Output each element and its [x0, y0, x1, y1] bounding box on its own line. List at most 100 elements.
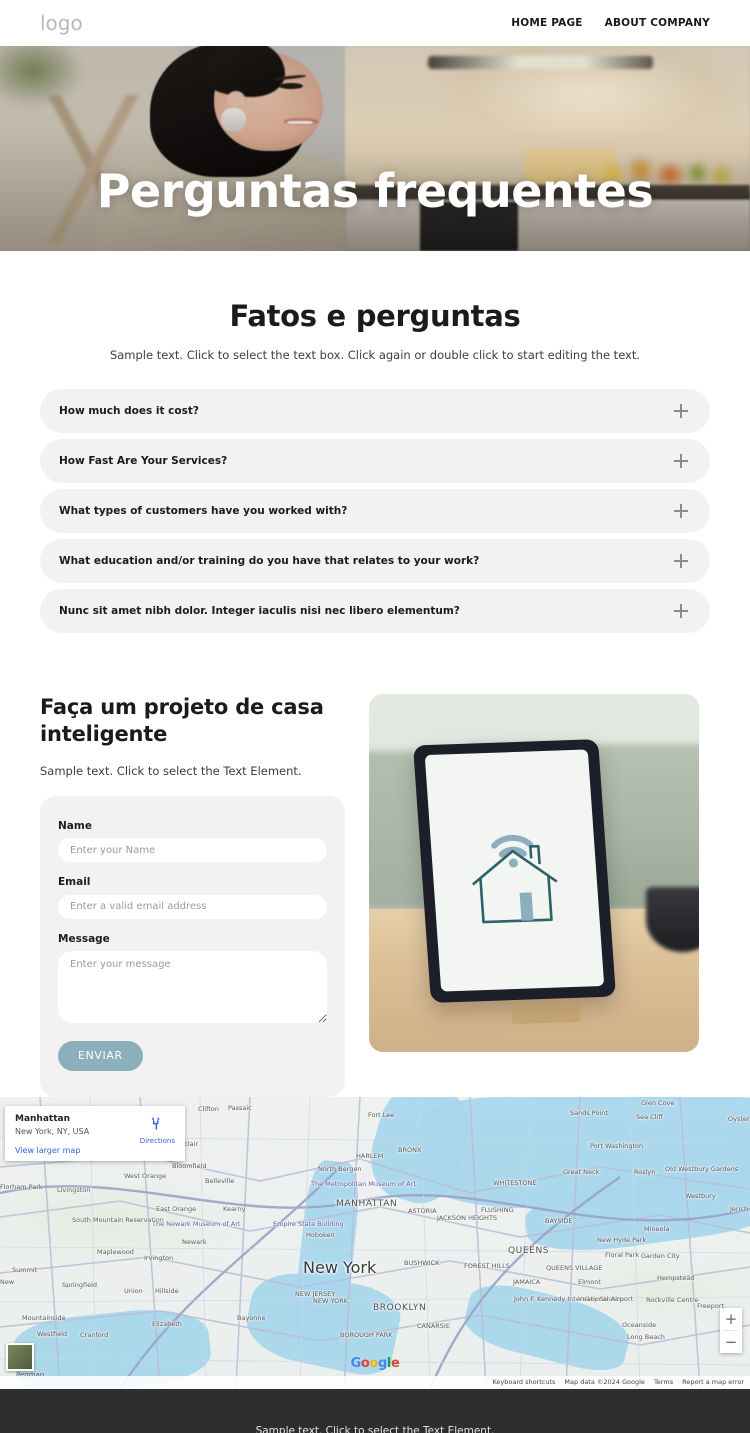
map-place-label: Jerich — [730, 1205, 749, 1213]
map-place-label: East Orange — [156, 1205, 197, 1213]
faq-accordion-list: How much does it cost? How Fast Are Your… — [40, 389, 710, 633]
map-place-label: Passaic — [228, 1104, 252, 1112]
directions-label: Directions — [139, 1136, 175, 1145]
zoom-in-button[interactable]: + — [720, 1308, 742, 1330]
map-place-label: Cranford — [80, 1331, 109, 1339]
terms-link[interactable]: Terms — [654, 1378, 673, 1386]
map-place-label: Springfield — [62, 1281, 98, 1289]
site-logo[interactable]: logo — [40, 11, 83, 35]
map-place-label: Oyster — [728, 1115, 750, 1123]
plus-icon[interactable] — [674, 604, 688, 618]
map-place-label: Elizabeth — [152, 1320, 182, 1328]
faq-question-label: What education and/or training do you ha… — [59, 555, 480, 567]
map-place-label: WHITESTONE — [493, 1179, 537, 1187]
map-place-label: ASTORIA — [408, 1207, 437, 1215]
plus-icon[interactable] — [674, 454, 688, 468]
map-place-label: Bayonne — [237, 1314, 266, 1322]
map-place-label: Westbury — [685, 1192, 716, 1200]
site-footer: Sample text. Click to select the Text El… — [0, 1388, 750, 1433]
map-place-label: BUSHWICK — [404, 1259, 440, 1267]
view-larger-map-link[interactable]: View larger map — [15, 1146, 175, 1155]
map-place-label: Westfield — [37, 1330, 68, 1338]
nav-link-about-company[interactable]: ABOUT COMPANY — [605, 17, 710, 29]
faq-subtitle: Sample text. Click to select the text bo… — [109, 348, 641, 362]
map-place-label: Summit — [12, 1266, 38, 1274]
smart-home-wifi-house-icon — [463, 819, 567, 932]
map-place-label: Newark — [182, 1238, 207, 1246]
map-place-label: QUEENS — [508, 1246, 550, 1256]
faq-question-label: What types of customers have you worked … — [59, 505, 348, 517]
name-field-label: Name — [58, 819, 92, 832]
map-place-label: Elmont — [578, 1278, 601, 1286]
google-logo: Google — [350, 1355, 400, 1371]
map-place-label: New Hyde Park — [597, 1236, 647, 1244]
name-input[interactable] — [58, 838, 327, 863]
map-place-label: Mineola — [644, 1225, 670, 1233]
map-place-label: Hempstead — [657, 1274, 695, 1282]
faq-item[interactable]: Nunc sit amet nibh dolor. Integer iaculi… — [40, 589, 710, 633]
map-place-label: John F. Kennedy International Airport — [514, 1295, 634, 1303]
map-place-label: Hillside — [155, 1287, 179, 1295]
smart-home-title: Faça um projeto de casa inteligente — [40, 695, 324, 746]
map-place-label: Floral Park — [605, 1251, 640, 1259]
faq-question-label: Nunc sit amet nibh dolor. Integer iaculi… — [59, 605, 460, 617]
map-place-label: The Newark Museum of Art — [152, 1220, 241, 1228]
map-place-label: Rockville Centre — [646, 1296, 699, 1304]
map-place-label: Union — [124, 1287, 143, 1295]
faq-item[interactable]: What types of customers have you worked … — [40, 489, 710, 533]
faq-heading: Fatos e perguntas — [229, 299, 521, 333]
map-place-label: Belleville — [205, 1177, 235, 1185]
email-input[interactable] — [58, 894, 327, 919]
map-place-label: New York — [303, 1258, 377, 1277]
zoom-out-button[interactable]: − — [720, 1331, 742, 1353]
map-place-label: Kearny — [223, 1205, 246, 1213]
map-place-label: Glen Cove — [641, 1099, 675, 1107]
map-place-label: JAMAICA — [513, 1278, 541, 1286]
map-place-label: Mountainside — [22, 1314, 66, 1322]
directions-button[interactable]: Directions — [140, 1115, 175, 1145]
smart-home-left-column: Faça um projeto de casa inteligente Samp… — [40, 694, 345, 1097]
hero-title: Perguntas frequentes — [96, 164, 654, 218]
map-place-label: QUEENS VILLAGE — [546, 1264, 603, 1272]
plus-icon[interactable] — [674, 554, 688, 568]
smart-home-section: Faça um projeto de casa inteligente Samp… — [0, 639, 750, 1097]
plus-icon[interactable] — [674, 404, 688, 418]
submit-button[interactable]: ENVIAR — [58, 1040, 143, 1071]
street-view-thumbnail[interactable] — [6, 1342, 34, 1371]
map-place-label: CANARSIE — [417, 1322, 450, 1330]
map-place-label: Sea Cliff — [636, 1113, 663, 1121]
hero-background-image — [0, 46, 750, 251]
map-place-label: New — [0, 1278, 15, 1286]
faq-item[interactable]: How much does it cost? — [40, 389, 710, 433]
message-textarea[interactable] — [58, 950, 327, 1023]
map-embed[interactable]: Manhattan New York, NY, USA View larger … — [0, 1096, 750, 1389]
faq-item[interactable]: What education and/or training do you ha… — [40, 539, 710, 583]
smart-home-subtitle: Sample text. Click to select the Text El… — [40, 763, 302, 778]
site-header: logo HOME PAGE ABOUT COMPANY — [0, 0, 750, 46]
map-place-label: Pelham Bay Park — [474, 1097, 528, 1098]
main-navigation: HOME PAGE ABOUT COMPANY — [511, 17, 710, 29]
map-place-label: BOROUGH PARK — [340, 1331, 393, 1339]
map-place-label: BROOKLYN — [373, 1303, 427, 1313]
map-place-label: FOREST HILLS — [464, 1262, 510, 1270]
map-place-label: Bloomfield — [172, 1162, 207, 1170]
plus-icon[interactable] — [674, 504, 688, 518]
map-place-label: Hudson Park — [364, 1097, 405, 1098]
footer-text: Sample text. Click to select the Text El… — [255, 1425, 495, 1433]
map-place-label: HARLEM — [356, 1152, 384, 1160]
contact-form: Name Email Message ENVIAR — [40, 795, 345, 1097]
email-field-label: Email — [58, 876, 91, 889]
hero-section: Perguntas frequentes — [0, 46, 750, 251]
map-place-label: Fort Lee — [368, 1111, 395, 1119]
map-place-label: Sands Point — [570, 1109, 608, 1117]
page-root: logo HOME PAGE ABOUT COMPANY Perguntas f… — [0, 0, 750, 1433]
map-place-label: BRONX — [398, 1146, 422, 1154]
keyboard-shortcuts-link[interactable]: Keyboard shortcuts — [492, 1378, 555, 1386]
report-map-error-link[interactable]: Report a map error — [682, 1378, 744, 1386]
nav-link-home-page[interactable]: HOME PAGE — [511, 17, 582, 29]
map-place-label: Clifton — [198, 1105, 219, 1113]
faq-item[interactable]: How Fast Are Your Services? — [40, 439, 710, 483]
map-info-card: Manhattan New York, NY, USA View larger … — [5, 1105, 185, 1161]
map-place-label: Empire State Building — [273, 1220, 344, 1228]
map-place-label: Florham Park — [0, 1183, 43, 1191]
